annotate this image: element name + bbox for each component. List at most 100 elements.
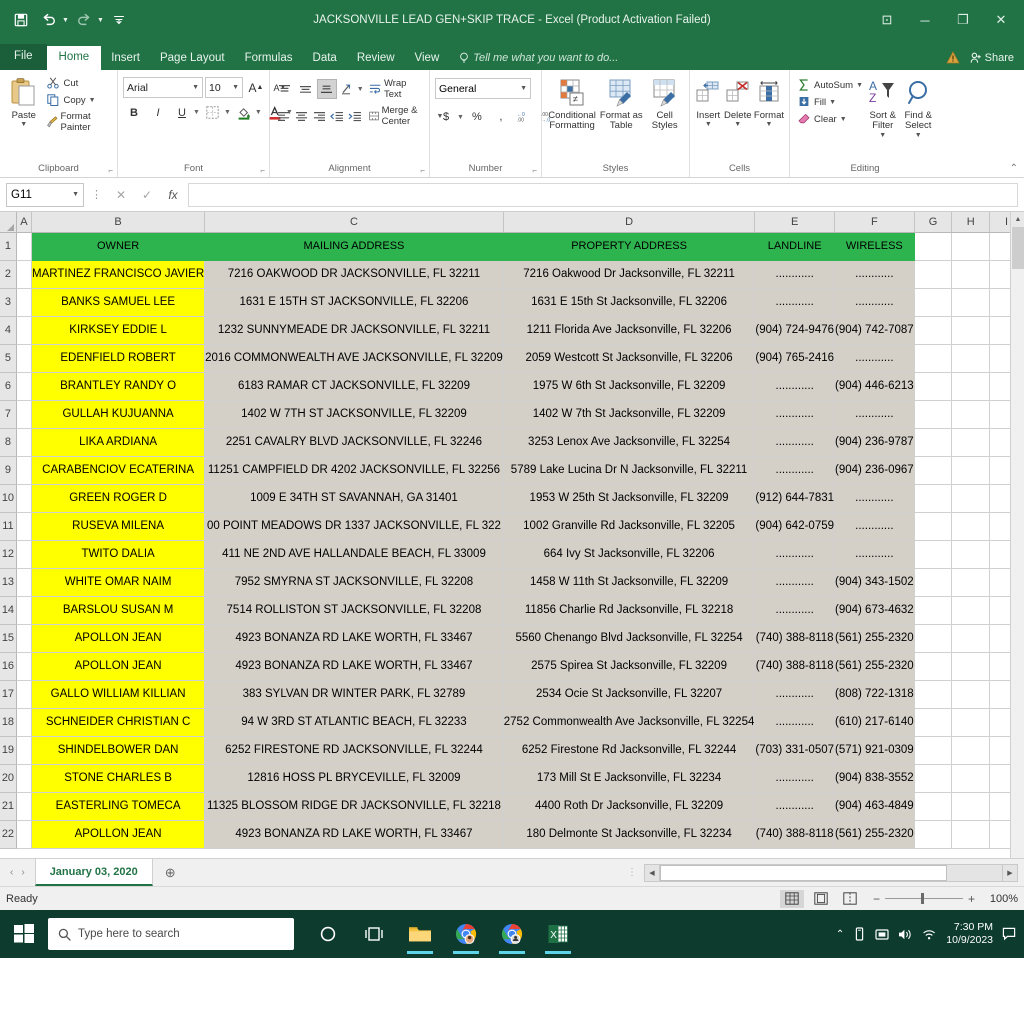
cell-b19[interactable]: SHINDELBOWER DAN	[31, 736, 206, 765]
cell-d11[interactable]: 1002 Granville Rd Jacksonville, FL 32205	[503, 512, 756, 541]
cell-g4[interactable]	[914, 316, 953, 345]
onedrive-icon[interactable]	[853, 926, 866, 942]
cell-e17[interactable]: ............	[754, 680, 836, 709]
row-header-19[interactable]: 19	[0, 736, 17, 765]
cell-c6[interactable]: 6183 RAMAR CT JACKSONVILLE, FL 32209	[204, 372, 504, 401]
cell-g21[interactable]	[914, 792, 953, 821]
display-icon[interactable]	[875, 928, 889, 941]
row-header-15[interactable]: 15	[0, 624, 17, 653]
tab-insert[interactable]: Insert	[101, 48, 150, 71]
cell-b6[interactable]: BRANTLEY RANDY O	[31, 372, 206, 401]
row-header-12[interactable]: 12	[0, 540, 17, 569]
cell-a11[interactable]	[16, 512, 33, 541]
cell-g8[interactable]	[914, 428, 953, 457]
cell-h16[interactable]	[951, 652, 990, 681]
start-button[interactable]	[0, 924, 48, 944]
cancel-entry-button[interactable]: ✕	[110, 188, 132, 202]
page-break-view-button[interactable]	[838, 890, 862, 908]
clipboard-dialog-launcher-icon[interactable]: ⌐	[108, 166, 113, 175]
cell-f3[interactable]: ............	[834, 288, 915, 317]
redo-icon[interactable]	[71, 7, 97, 33]
normal-view-button[interactable]	[779, 889, 804, 908]
fill-color-button[interactable]	[233, 102, 255, 123]
cell-d21[interactable]: 4400 Roth Dr Jacksonville, FL 32209	[503, 792, 756, 821]
cell-a9[interactable]	[16, 456, 33, 485]
undo-icon[interactable]	[36, 7, 62, 33]
cell-f18[interactable]: (610) 217-6140	[834, 708, 915, 737]
wrap-text-button[interactable]: Wrap Text	[365, 78, 424, 100]
cell-a7[interactable]	[16, 400, 33, 429]
cell-e15[interactable]: (740) 388-8118	[754, 624, 836, 653]
format-cells-button[interactable]: Format ▼	[754, 73, 784, 129]
cell-c18[interactable]: 94 W 3RD ST ATLANTIC BEACH, FL 32233	[204, 708, 504, 737]
cell-f2[interactable]: ............	[834, 260, 915, 289]
cell-d22[interactable]: 180 Delmonte St Jacksonville, FL 32234	[503, 820, 756, 849]
column-header-b[interactable]: B	[31, 212, 206, 233]
zoom-in-button[interactable]: +	[968, 892, 975, 906]
cell-e14[interactable]: ............	[754, 596, 836, 625]
cell-h11[interactable]	[951, 512, 990, 541]
cell-h9[interactable]	[951, 456, 990, 485]
cell-b9[interactable]: CARABENCIOV ECATERINA	[31, 456, 206, 485]
cell-b12[interactable]: TWITO DALIA	[31, 540, 206, 569]
cell-e2[interactable]: ............	[754, 260, 836, 289]
cell-d19[interactable]: 6252 Firestone Rd Jacksonville, FL 32244	[503, 736, 756, 765]
cell-g11[interactable]	[914, 512, 953, 541]
row-header-3[interactable]: 3	[0, 288, 17, 317]
cell-a21[interactable]	[16, 792, 33, 821]
select-all-corner[interactable]	[0, 212, 17, 233]
tab-formulas[interactable]: Formulas	[235, 48, 303, 71]
sheet-next-button[interactable]: ›	[21, 867, 24, 878]
cell-f7[interactable]: ............	[834, 400, 915, 429]
cell-g15[interactable]	[914, 624, 953, 653]
vertical-scrollbar[interactable]: ▲	[1010, 212, 1024, 858]
cell-e13[interactable]: ............	[754, 568, 836, 597]
cell-h18[interactable]	[951, 708, 990, 737]
cell-h15[interactable]	[951, 624, 990, 653]
excel-icon[interactable]: X	[538, 913, 578, 955]
cell-a19[interactable]	[16, 736, 33, 765]
decrease-indent-button[interactable]	[329, 106, 346, 126]
cell-g7[interactable]	[914, 400, 953, 429]
cell-a18[interactable]	[16, 708, 33, 737]
font-dialog-launcher-icon[interactable]: ⌐	[260, 166, 265, 175]
zoom-out-button[interactable]: −	[873, 892, 880, 906]
cell-c10[interactable]: 1009 E 34TH ST SAVANNAH, GA 31401	[204, 484, 504, 513]
increase-decimal-button[interactable]: ←0.00	[514, 107, 536, 127]
delete-cells-button[interactable]: Delete ▼	[724, 73, 752, 129]
cell-a6[interactable]	[16, 372, 33, 401]
show-hidden-icons-button[interactable]: ⌃	[836, 929, 844, 940]
format-as-table-button[interactable]: Format as Table	[599, 73, 643, 132]
cell-g17[interactable]	[914, 680, 953, 709]
cell-a20[interactable]	[16, 764, 33, 793]
cell-e21[interactable]: ............	[754, 792, 836, 821]
cell-b15[interactable]: APOLLON JEAN	[31, 624, 206, 653]
tab-view[interactable]: View	[405, 48, 450, 71]
cell-h2[interactable]	[951, 260, 990, 289]
name-box[interactable]: G11 ▼	[6, 182, 84, 207]
row-header-16[interactable]: 16	[0, 652, 17, 681]
cell-h6[interactable]	[951, 372, 990, 401]
cell-a15[interactable]	[16, 624, 33, 653]
sort-filter-button[interactable]: AZ Sort & Filter ▼	[866, 73, 899, 140]
cell-a13[interactable]	[16, 568, 33, 597]
align-center-button[interactable]	[293, 106, 310, 126]
align-bottom-button[interactable]	[316, 79, 337, 99]
cell-h12[interactable]	[951, 540, 990, 569]
cell-c12[interactable]: 411 NE 2ND AVE HALLANDALE BEACH, FL 3300…	[204, 540, 504, 569]
tab-review[interactable]: Review	[347, 48, 405, 71]
cell-f16[interactable]: (561) 255-2320	[834, 652, 915, 681]
cell-a3[interactable]	[16, 288, 33, 317]
cell-a10[interactable]	[16, 484, 33, 513]
cell-b3[interactable]: BANKS SAMUEL LEE	[31, 288, 206, 317]
customize-qat-icon[interactable]	[106, 7, 132, 33]
cortana-icon[interactable]	[308, 913, 348, 955]
cell-d3[interactable]: 1631 E 15th St Jacksonville, FL 32206	[503, 288, 756, 317]
sheet-prev-button[interactable]: ‹	[10, 867, 13, 878]
grow-font-button[interactable]: A ▲	[245, 77, 267, 98]
percent-button[interactable]: %	[466, 107, 488, 127]
cell-g16[interactable]	[914, 652, 953, 681]
cell-a1[interactable]	[16, 232, 33, 261]
cell-f19[interactable]: (571) 921-0309	[834, 736, 915, 765]
column-header-a[interactable]: A	[16, 212, 33, 233]
